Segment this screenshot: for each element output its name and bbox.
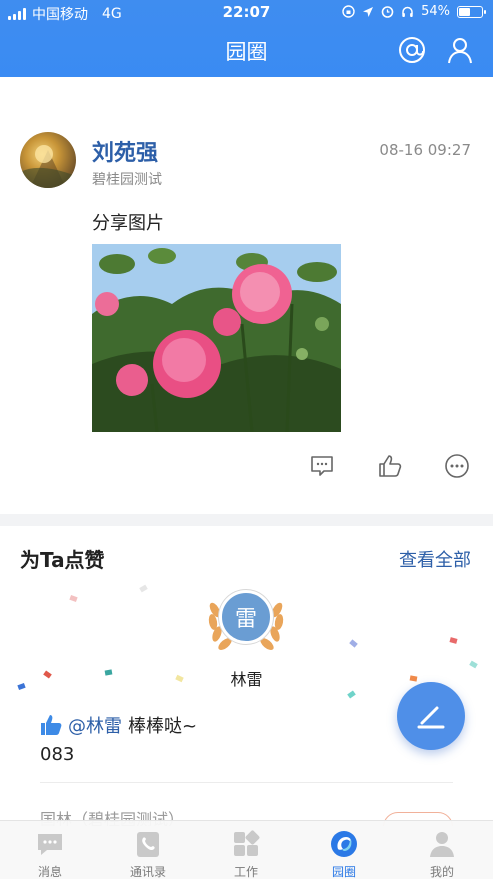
tab-me[interactable]: 我的 — [402, 821, 482, 879]
alarm-icon — [381, 6, 394, 18]
lock-rotation-icon — [342, 5, 355, 18]
me-icon — [430, 832, 454, 857]
avatar-image — [20, 145, 76, 188]
praise-section: 为Ta点赞 查看全部 雷 林雷 @林雷 棒棒哒~ 083 国林（碧桂园测试） — [0, 526, 493, 826]
badge-avatar: 雷 — [219, 590, 273, 644]
confetti — [349, 639, 358, 648]
status-bar: 中国移动 4G 22:07 54% — [0, 0, 493, 26]
see-all-link[interactable]: 查看全部 — [399, 546, 471, 572]
person-icon[interactable] — [446, 36, 474, 64]
contacts-icon — [137, 832, 159, 857]
avatar[interactable] — [20, 132, 76, 188]
location-icon — [363, 6, 374, 17]
pen-icon — [417, 706, 445, 729]
headphones-icon — [402, 6, 413, 17]
tab-label: 工作 — [233, 865, 258, 879]
author-name[interactable]: 刘苑强 — [92, 135, 158, 167]
at-icon[interactable] — [398, 36, 426, 64]
battery-fill — [459, 7, 470, 16]
tab-label: 通讯录 — [129, 865, 166, 879]
divider — [40, 782, 453, 783]
status-right: 54% — [342, 4, 486, 19]
post-card: 刘苑强 碧桂园测试 08-16 09:27 分享图片 — [0, 77, 493, 514]
tab-bar: 消息 通讯录 工作 园圈 我的 — [0, 820, 493, 879]
post-timestamp: 08-16 09:27 — [379, 141, 471, 159]
author-org: 碧桂园测试 — [92, 172, 162, 188]
praise-message: @林雷 棒棒哒~ — [40, 712, 197, 738]
confetti — [449, 637, 458, 644]
confetti — [139, 584, 148, 593]
praise-mention[interactable]: @林雷 — [68, 712, 122, 738]
praise-number: 083 — [40, 744, 75, 765]
battery-icon — [457, 5, 486, 18]
thumbs-up-icon — [41, 715, 62, 735]
tab-label: 园圈 — [331, 865, 356, 879]
compose-button[interactable] — [397, 682, 465, 750]
tab-circle[interactable]: 园圈 — [304, 821, 384, 879]
tab-label: 我的 — [429, 865, 454, 879]
battery-percent: 54% — [421, 4, 450, 19]
post-image[interactable] — [92, 244, 341, 432]
tab-label: 消息 — [37, 865, 62, 879]
confetti — [69, 594, 78, 603]
more-icon[interactable] — [444, 453, 470, 479]
comment-icon[interactable] — [309, 453, 335, 479]
rose-photo — [92, 244, 341, 432]
praise-text: 棒棒哒~ — [128, 716, 198, 737]
tab-contacts[interactable]: 通讯录 — [108, 821, 188, 879]
work-icon — [234, 830, 260, 856]
message-icon — [38, 834, 62, 855]
tab-messages[interactable]: 消息 — [10, 821, 90, 879]
post-text: 分享图片 — [92, 213, 164, 234]
praise-title: 为Ta点赞 — [20, 548, 105, 572]
like-icon[interactable] — [377, 453, 403, 479]
praise-badge[interactable]: 雷 — [207, 588, 285, 658]
circle-icon — [331, 831, 357, 857]
confetti — [347, 690, 356, 699]
tab-work[interactable]: 工作 — [206, 821, 286, 879]
app-header: 中国移动 4G 22:07 54% 园圈 — [0, 0, 493, 77]
